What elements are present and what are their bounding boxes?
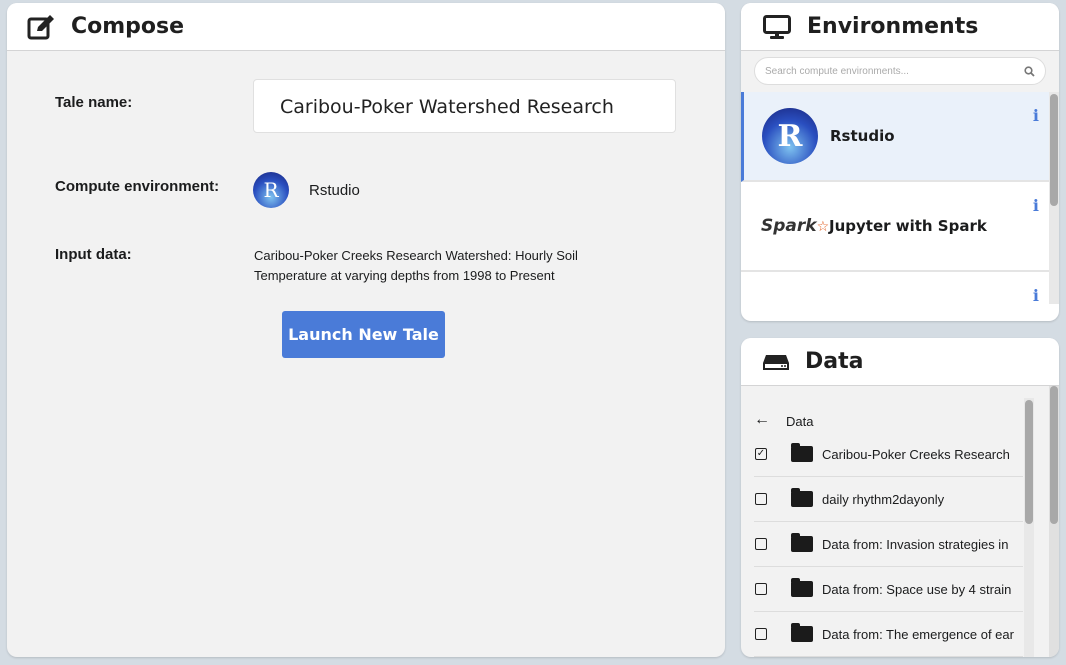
checkbox[interactable] [755, 628, 767, 640]
data-title: Data [805, 349, 864, 374]
data-outer-scrollbar[interactable] [1049, 386, 1059, 657]
environment-item-jupyter[interactable]: i [741, 272, 1049, 304]
compute-env-value: R Rstudio [253, 172, 360, 208]
monitor-icon [763, 14, 791, 39]
environments-title: Environments [807, 14, 979, 39]
checkbox[interactable] [755, 583, 767, 595]
data-item-name: Data from: Space use by 4 strain [822, 581, 1012, 597]
data-panel: Data ← Data ✓ Caribou-Poker Creeks Researc… [741, 338, 1059, 657]
hdd-icon [763, 354, 789, 370]
data-item-name: daily rhythm2dayonly [822, 491, 945, 507]
checkbox[interactable] [755, 538, 767, 550]
tale-name-label: Tale name: [55, 94, 133, 111]
data-item-name: Data from: Invasion strategies in [822, 536, 1009, 552]
back-button[interactable]: ← Data [754, 386, 1023, 432]
data-item-name: Data from: The emergence of ear [822, 626, 1014, 642]
checkbox-checked[interactable]: ✓ [755, 448, 767, 460]
compute-env-label: Compute environment: [55, 178, 220, 195]
data-inner-scrollbar[interactable] [1024, 398, 1034, 657]
environment-list: R Rstudio i Spark☆ Jupyter with Spark i … [741, 92, 1049, 304]
search-placeholder: Search compute environments... [765, 65, 909, 77]
compute-env-name: Rstudio [309, 181, 360, 199]
rstudio-logo-icon: R [762, 108, 818, 164]
data-item[interactable]: daily rhythm2dayonly [754, 477, 1023, 522]
compose-panel: Compose Tale name: Caribou-Poker Watersh… [7, 3, 725, 657]
input-data-label: Input data: [55, 246, 132, 263]
info-icon[interactable]: i [1033, 196, 1039, 215]
scrollbar-thumb[interactable] [1050, 386, 1058, 524]
rstudio-logo-icon: R [253, 172, 289, 208]
data-item[interactable]: Data from: The emergence of ear [754, 612, 1023, 657]
data-item[interactable]: ✓ Caribou-Poker Creeks Research [754, 432, 1023, 477]
data-list: ← Data ✓ Caribou-Poker Creeks Research dai… [741, 386, 1059, 657]
data-header: Data [741, 338, 1059, 386]
environments-panel: Environments Search compute environments… [741, 3, 1059, 321]
environment-scrollbar[interactable] [1049, 92, 1059, 304]
scrollbar-thumb[interactable] [1025, 400, 1033, 524]
environment-item-rstudio[interactable]: R Rstudio i [741, 92, 1049, 182]
folder-icon [791, 488, 813, 507]
folder-icon [791, 533, 813, 552]
compose-header: Compose [7, 3, 725, 51]
compose-title: Compose [71, 14, 185, 39]
arrow-left-icon: ← [754, 411, 770, 428]
edit-icon [27, 14, 54, 39]
breadcrumb-label: Data [786, 414, 814, 429]
environment-item-jupyter-spark[interactable]: Spark☆ Jupyter with Spark i [741, 182, 1049, 272]
folder-icon [791, 623, 813, 642]
spark-logo-icon: Spark☆ [761, 216, 830, 236]
environment-search-input[interactable]: Search compute environments... [754, 57, 1046, 85]
data-item[interactable]: Data from: Space use by 4 strain [754, 567, 1023, 612]
folder-icon [791, 443, 813, 462]
checkbox[interactable] [755, 493, 767, 505]
environment-name: Rstudio [830, 127, 895, 145]
launch-new-tale-button[interactable]: Launch New Tale [282, 311, 445, 358]
info-icon[interactable]: i [1033, 286, 1039, 304]
info-icon[interactable]: i [1033, 106, 1039, 125]
input-data-value: Caribou-Poker Creeks Research Watershed:… [254, 248, 578, 283]
scrollbar-thumb[interactable] [1050, 94, 1058, 206]
data-item-name: Caribou-Poker Creeks Research [822, 446, 1010, 462]
tale-name-input[interactable]: Caribou-Poker Watershed Research [253, 79, 676, 133]
search-icon [1024, 65, 1035, 77]
environment-name: Jupyter with Spark [829, 217, 987, 235]
environments-header: Environments [741, 3, 1059, 51]
data-item[interactable]: Data from: Invasion strategies in [754, 522, 1023, 567]
folder-icon [791, 578, 813, 597]
